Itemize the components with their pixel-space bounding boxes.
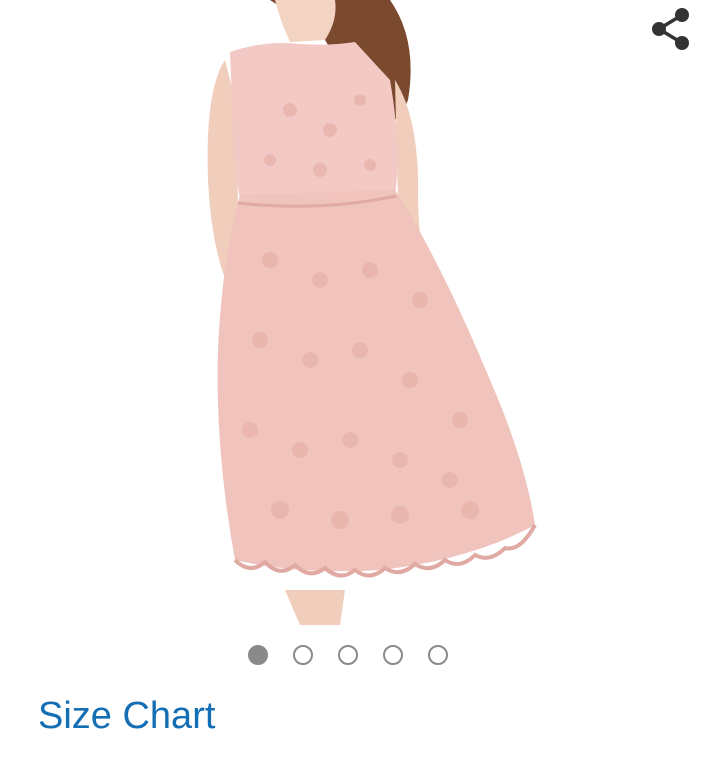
carousel-dot-1[interactable] xyxy=(248,645,268,665)
size-chart-link[interactable]: Size Chart xyxy=(38,692,215,740)
product-image[interactable] xyxy=(150,0,570,625)
carousel-dot-4[interactable] xyxy=(383,645,403,665)
image-carousel-indicator xyxy=(248,645,448,665)
share-button[interactable] xyxy=(646,4,696,52)
carousel-dot-3[interactable] xyxy=(338,645,358,665)
carousel-dot-2[interactable] xyxy=(293,645,313,665)
share-icon xyxy=(652,8,689,50)
dress-illustration xyxy=(207,0,537,625)
carousel-dot-5[interactable] xyxy=(428,645,448,665)
